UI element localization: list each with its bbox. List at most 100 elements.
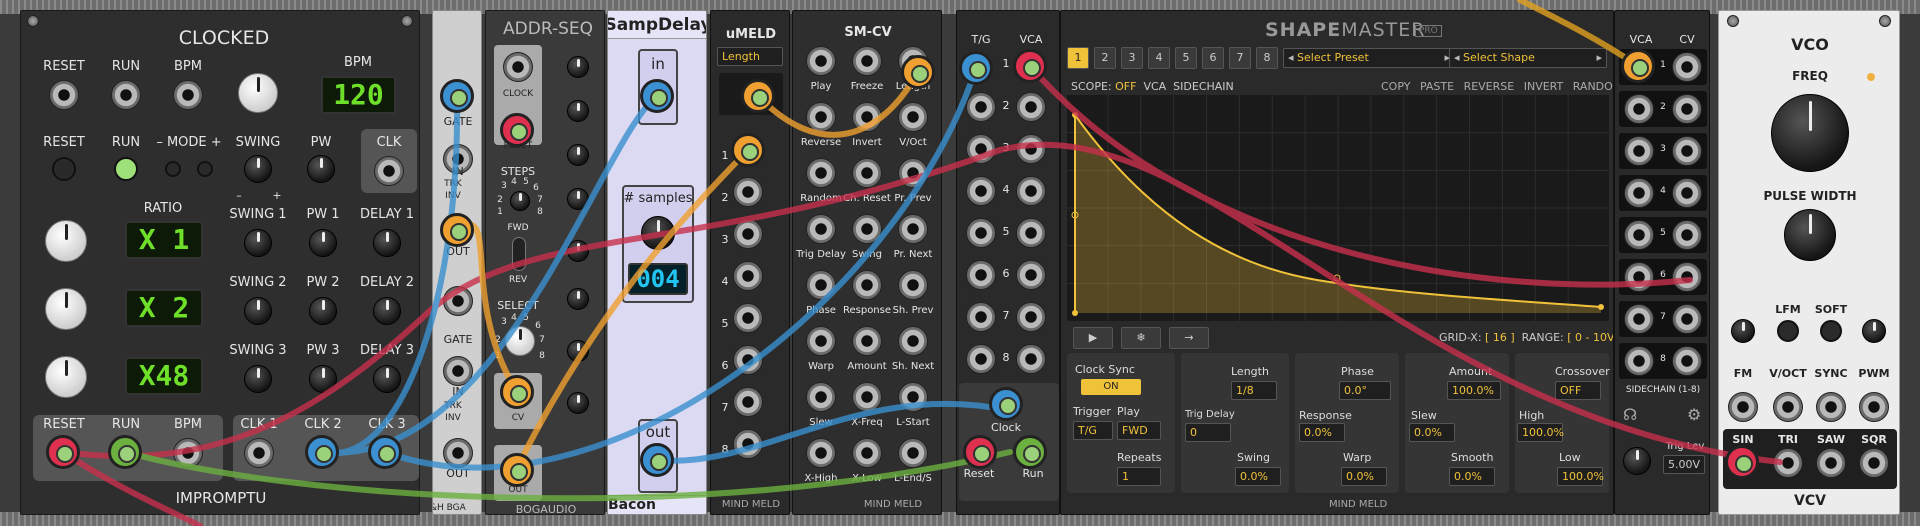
umeld-jack1-plug[interactable]	[731, 133, 765, 167]
reverse-action[interactable]: REVERSE	[1464, 80, 1515, 93]
sah-out2-jack[interactable]	[443, 438, 473, 468]
umeld-jack-3[interactable]	[733, 219, 763, 249]
tg-jack-5[interactable]	[966, 218, 996, 248]
clock-in-plug[interactable]	[989, 387, 1023, 421]
step-knob-2[interactable]	[567, 100, 589, 122]
gear-icon[interactable]: ⚙	[1687, 405, 1701, 424]
run-input-jack[interactable]	[111, 80, 141, 110]
vca-jack-3[interactable]	[1016, 134, 1046, 164]
fm-knob[interactable]	[1731, 319, 1755, 343]
ratio3-knob[interactable]	[45, 356, 87, 398]
vca-out-jack-2[interactable]	[1624, 94, 1654, 124]
response-value[interactable]: 0.0%	[1299, 423, 1345, 442]
smcv-jack-random[interactable]	[806, 158, 836, 188]
ratio2-knob[interactable]	[45, 288, 87, 330]
trig-delay-value[interactable]: 0	[1185, 423, 1231, 442]
crossover-value[interactable]: OFF	[1555, 381, 1601, 400]
random-action[interactable]: RANDOM	[1573, 80, 1613, 93]
delay3-knob[interactable]	[373, 365, 401, 393]
addrseq-out-plug[interactable]	[500, 453, 534, 487]
sampdelay-in-plug[interactable]	[640, 79, 674, 113]
tg-jack-8[interactable]	[966, 344, 996, 374]
run-button[interactable]	[114, 157, 138, 181]
invert-action[interactable]: INVERT	[1524, 80, 1564, 93]
tg-jack-2[interactable]	[966, 92, 996, 122]
reset-input-jack[interactable]	[49, 80, 79, 110]
channel-button-1[interactable]: 1	[1067, 47, 1089, 69]
smcv-jack-l-start[interactable]	[898, 382, 928, 412]
shape-editor[interactable]	[1067, 95, 1609, 321]
sah-gate2-jack[interactable]	[443, 286, 473, 316]
channel-button-4[interactable]: 4	[1148, 47, 1170, 69]
step-knob-5[interactable]	[567, 240, 589, 262]
length-select[interactable]: 1/8	[1231, 381, 1277, 400]
select-knob[interactable]	[505, 326, 535, 356]
mode-plus-button[interactable]	[197, 161, 213, 177]
samples-knob[interactable]	[641, 216, 675, 250]
fm-jack[interactable]	[1728, 392, 1758, 422]
cv-out-jack-8[interactable]	[1672, 346, 1702, 376]
preset-select[interactable]: ◂ Select Preset ▸	[1283, 48, 1455, 68]
swing3-knob[interactable]	[244, 365, 272, 393]
umeld-jack-5[interactable]	[733, 303, 763, 333]
delay2-knob[interactable]	[373, 297, 401, 325]
smcv-jack-freeze[interactable]	[852, 46, 882, 76]
swing-knob[interactable]	[244, 155, 272, 183]
umeld-jack-8[interactable]	[733, 429, 763, 459]
trig-lev-value[interactable]: 5.00V	[1663, 455, 1705, 474]
umeld-jack-2[interactable]	[733, 177, 763, 207]
pw3-knob[interactable]	[309, 365, 337, 393]
addrseq-cv-plug[interactable]	[500, 375, 534, 409]
freq-knob[interactable]	[1771, 94, 1849, 172]
reset-out-plug[interactable]	[46, 435, 80, 469]
vca-out-jack-3[interactable]	[1624, 136, 1654, 166]
tg-jack-6[interactable]	[966, 260, 996, 290]
vca-jack-2[interactable]	[1016, 92, 1046, 122]
smcv-jack-warp[interactable]	[806, 326, 836, 356]
pwm-knob[interactable]	[1862, 319, 1886, 343]
smcv-jack-sh-prev[interactable]	[898, 270, 928, 300]
headphones-icon[interactable]: ☊	[1623, 405, 1637, 424]
addrseq-reset-plug[interactable]	[500, 113, 534, 147]
snowflake-icon[interactable]: ❄	[1121, 327, 1161, 349]
sah-gate-plug[interactable]	[440, 79, 474, 113]
step-knob-3[interactable]	[567, 144, 589, 166]
clock-sync-toggle[interactable]: ON	[1081, 379, 1141, 395]
play-icon[interactable]: ▶	[1073, 327, 1113, 349]
pulse-width-knob[interactable]	[1784, 209, 1836, 261]
vca-out-jack-8[interactable]	[1624, 346, 1654, 376]
umeld-jack-6[interactable]	[733, 345, 763, 375]
cv-out-jack-4[interactable]	[1672, 178, 1702, 208]
cv-out-jack-5[interactable]	[1672, 220, 1702, 250]
vca-out-jack-5[interactable]	[1624, 220, 1654, 250]
smcv-jack-pr-prev[interactable]	[898, 158, 928, 188]
pw1-knob[interactable]	[309, 229, 337, 257]
scope-toggle[interactable]: OFF	[1115, 80, 1136, 93]
step-knob-8[interactable]	[567, 392, 589, 414]
swing-value[interactable]: 0.0%	[1235, 467, 1281, 486]
warp-value[interactable]: 0.0%	[1341, 467, 1387, 486]
low-value[interactable]: 100.0%	[1557, 467, 1604, 486]
steps-knob[interactable]	[510, 191, 530, 211]
umeld-length-plug[interactable]	[741, 79, 775, 113]
channel-button-7[interactable]: 7	[1229, 47, 1251, 69]
reset-in-plug[interactable]	[963, 435, 997, 469]
reset-button[interactable]	[52, 157, 76, 181]
tg1-plug[interactable]	[959, 51, 993, 85]
sqr-jack[interactable]	[1859, 448, 1889, 478]
umeld-jack-7[interactable]	[733, 387, 763, 417]
phase-value[interactable]: 0.0°	[1339, 381, 1391, 400]
ratio1-knob[interactable]	[45, 220, 87, 262]
smcv-jack-phase[interactable]	[806, 270, 836, 300]
scope-vca[interactable]: VCA	[1143, 80, 1166, 93]
step-knob-4[interactable]	[567, 188, 589, 210]
clk3-plug[interactable]	[368, 435, 402, 469]
shape-select[interactable]: ◂ Select Shape ▸	[1449, 48, 1607, 68]
amount-value[interactable]: 100.0%	[1447, 381, 1501, 400]
saw-jack[interactable]	[1816, 448, 1846, 478]
vca-jack-7[interactable]	[1016, 302, 1046, 332]
smcv-length-plug[interactable]	[901, 55, 935, 89]
smooth-value[interactable]: 0.0%	[1449, 467, 1495, 486]
direction-switch[interactable]	[512, 237, 526, 271]
vca1-plug[interactable]	[1013, 49, 1047, 83]
